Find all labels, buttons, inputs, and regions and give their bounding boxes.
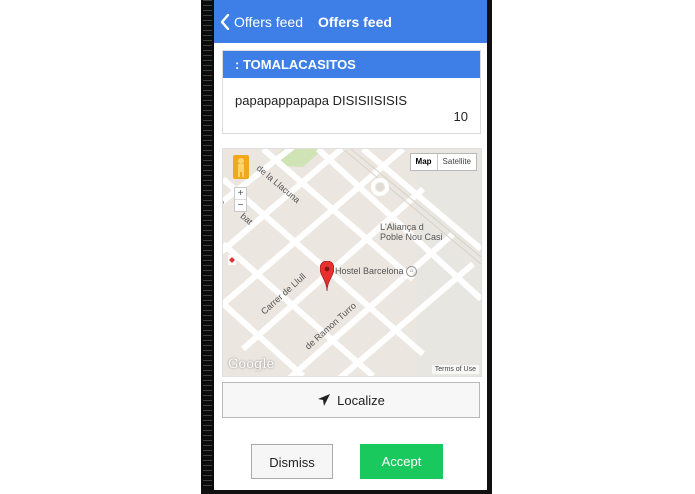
localize-label: Localize: [337, 392, 385, 408]
map-type-toggle: Map Satellite: [409, 153, 477, 171]
chevron-left-icon: [220, 14, 230, 30]
phone-screen: Offers feed Offers feed : TOMALACASITOS …: [214, 0, 487, 490]
map-streets: [223, 149, 481, 376]
terms-of-use-link[interactable]: Terms of Use: [431, 365, 479, 374]
map-label-hostel: Hostel Barcelona ⌂: [335, 266, 418, 278]
back-label: Offers feed: [234, 14, 304, 30]
google-logo: Google: [228, 357, 275, 372]
device-frame-left: [201, 0, 214, 494]
offer-description: papapappapapa DISISIISISIS: [235, 93, 408, 108]
location-marker-icon[interactable]: [319, 260, 335, 296]
offer-card: : TOMALACASITOS papapappapapa DISISIISIS…: [222, 50, 481, 134]
zoom-control: + −: [234, 187, 247, 212]
device-frame-bottom: [201, 490, 492, 494]
device-frame-right: [487, 0, 492, 494]
pegman-icon[interactable]: [233, 155, 249, 179]
map-type-map[interactable]: Map: [411, 154, 438, 170]
hotel-icon: ⌂: [406, 266, 418, 278]
offer-detail: : TOMALACASITOS papapappapapa DISISIISIS…: [214, 43, 487, 490]
map-label-alianca: L'Aliança d Poble Nou Casi: [380, 222, 443, 242]
zoom-out-button[interactable]: −: [235, 199, 246, 211]
page-title: Offers feed: [318, 14, 392, 30]
offer-title: : TOMALACASITOS: [223, 51, 480, 78]
map-type-satellite[interactable]: Satellite: [438, 154, 476, 170]
map-view[interactable]: Map Satellite + − de la Llacuna roc bat: [222, 148, 482, 377]
zoom-in-button[interactable]: +: [235, 188, 246, 199]
back-button[interactable]: Offers feed: [220, 12, 303, 32]
navigation-arrow-icon: [318, 394, 331, 406]
top-bar: Offers feed Offers feed: [214, 0, 487, 43]
dismiss-button[interactable]: Dismiss: [251, 444, 333, 479]
accept-button[interactable]: Accept: [360, 444, 443, 479]
offer-count: 10: [453, 109, 468, 124]
localize-button[interactable]: Localize: [222, 382, 480, 418]
